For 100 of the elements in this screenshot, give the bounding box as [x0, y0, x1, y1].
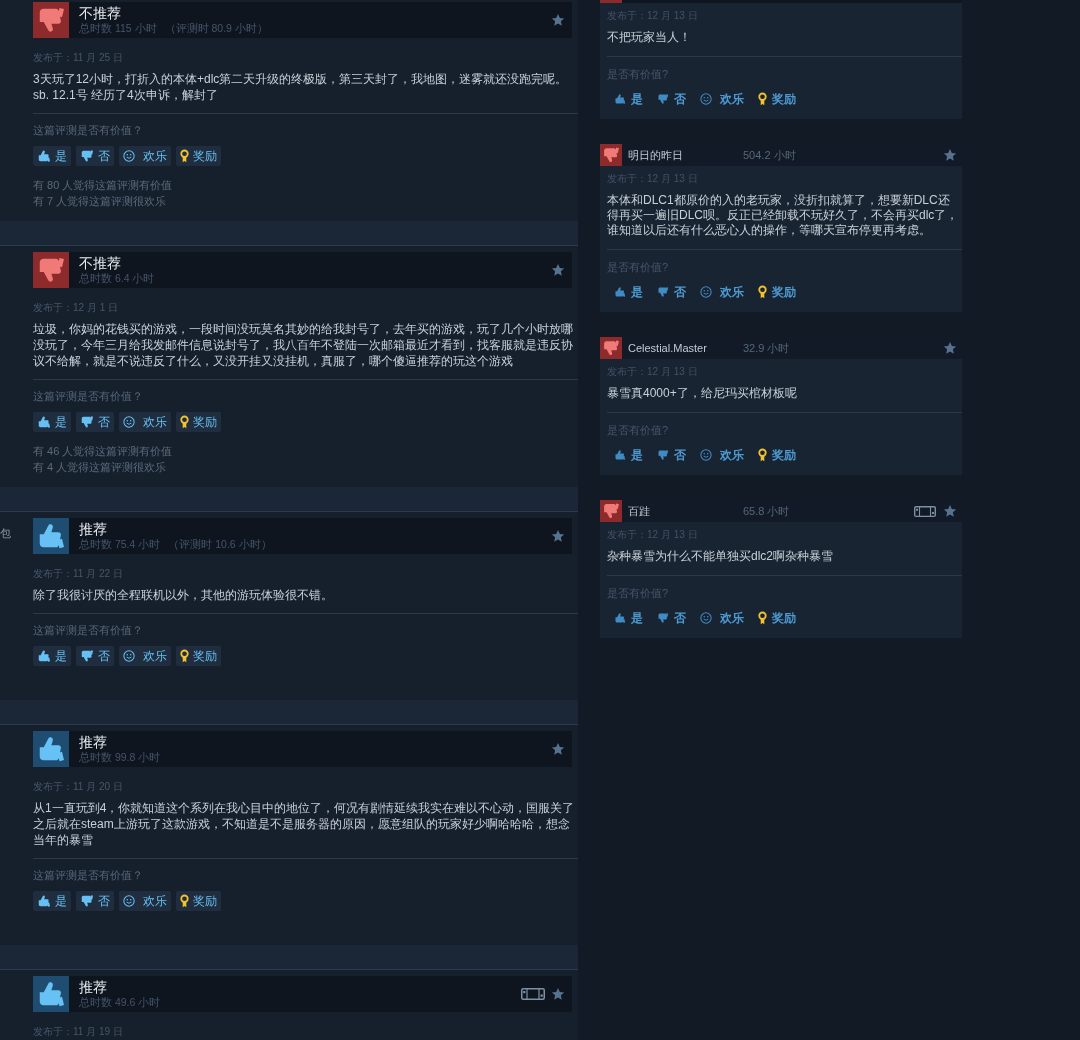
- award-button[interactable]: 奖励: [751, 609, 803, 627]
- helpful-yes-button[interactable]: 是: [33, 412, 71, 432]
- smiley-icon: [123, 416, 135, 428]
- helpful-no-button[interactable]: 否: [76, 412, 114, 432]
- award-button[interactable]: 奖励: [751, 446, 803, 464]
- funny-button[interactable]: 欢乐: [693, 90, 751, 108]
- playtime-text: 总时数 75.4 小时: [79, 538, 161, 551]
- smiley-icon: [700, 286, 712, 298]
- playtime-text: 总时数 6.4 小时: [79, 272, 155, 285]
- funny-button[interactable]: 欢乐: [693, 446, 751, 464]
- thumbs-up-icon: [614, 612, 626, 624]
- smiley-icon: [700, 612, 712, 624]
- award-icon: [180, 649, 189, 663]
- review-playtime-text: （评测时 80.9 小时）: [164, 22, 268, 35]
- helpful-no-button[interactable]: 否: [76, 891, 114, 911]
- award-icon: [180, 149, 189, 163]
- recommendation-label: 不推荐: [79, 255, 121, 272]
- star-icon: [943, 504, 957, 518]
- recommendation-label: 推荐: [79, 734, 107, 751]
- thumbs-up-icon: [614, 93, 626, 105]
- thumbs-up-icon: [37, 149, 51, 163]
- thumbs-up-icon: [37, 415, 51, 429]
- thumbs-down-icon: [80, 649, 94, 663]
- smiley-icon: [700, 449, 712, 461]
- thumbs-down-icon: [657, 612, 669, 624]
- playtime-text: 总时数 49.6 小时: [79, 996, 161, 1009]
- helpful-prompt: 这篇评测是否有价值？: [33, 623, 143, 637]
- star-icon: [551, 13, 565, 27]
- review-text: 不把玩家当人！: [607, 30, 692, 45]
- helpful-no-button[interactable]: 否: [650, 446, 693, 464]
- award-button[interactable]: 奖励: [751, 90, 803, 108]
- review-text: 垃圾，你妈的花钱买的游戏，一段时间没玩莫名其妙的给我封号了，去年买的游戏，玩了几个小时放哪没玩了，今年三月给我发邮件信息说封号了，我八百年不登陆一次邮箱最近才看到，找客服就是违反协议不给解，就是不说违反了什么，又没开挂又没挂机，真服了，哪个傻逼推荐的玩这个游戏: [33, 321, 574, 369]
- smiley-icon: [700, 93, 712, 105]
- award-button[interactable]: 奖励: [751, 283, 803, 301]
- review-text: 杂种暴雪为什么不能单独买dlc2啊杂种暴雪: [607, 549, 834, 564]
- award-icon: [758, 92, 767, 106]
- author-name[interactable]: 百跬: [628, 504, 743, 518]
- award-icon: [180, 894, 189, 908]
- award-icon: [758, 448, 767, 462]
- helpful-yes-button[interactable]: 是: [33, 146, 71, 166]
- thumbs-down-icon: [657, 449, 669, 461]
- review-text: 本体和DLC1都原价的入的老玩家，没折扣就算了，想要新DLC还得再买一遍旧DLC呗。反正已经卸载不玩好久了，不会再买dlc了，谁知道以后还有什么恶心人的操作，等哪天宣布停更再考虑。: [607, 193, 960, 238]
- review-text: 3天玩了12小时，打折入的本体+dlc第二天升级的终极版，第三天封了，我地图，迷雾就还没跑完呢。sb. 12.1号 经历了4次申诉，解封了: [33, 71, 569, 103]
- helpful-no-button[interactable]: 否: [76, 646, 114, 666]
- vote-count-text: 有 7 人觉得这篇评测很欢乐: [33, 193, 167, 209]
- helpful-no-button[interactable]: 否: [650, 283, 693, 301]
- funny-button[interactable]: 欢乐: [119, 646, 171, 666]
- helpful-no-button[interactable]: 否: [76, 146, 114, 166]
- star-icon: [551, 987, 565, 1001]
- author-name[interactable]: Celestial.Master: [628, 341, 743, 355]
- smiley-icon: [123, 895, 135, 907]
- helpful-yes-button[interactable]: 是: [607, 446, 650, 464]
- recommendation-label: 推荐: [79, 521, 107, 538]
- playtime-text: 504.2 小时: [743, 148, 796, 162]
- helpful-yes-button[interactable]: 是: [607, 283, 650, 301]
- award-icon: [758, 611, 767, 625]
- funny-button[interactable]: 欢乐: [693, 609, 751, 627]
- playtime-text: 65.8 小时: [743, 504, 790, 518]
- funny-button[interactable]: 欢乐: [119, 891, 171, 911]
- star-icon: [551, 742, 565, 756]
- helpful-prompt: 这篇评测是否有价值？: [33, 123, 143, 137]
- review-playtime-text: （评测时 10.6 小时）: [168, 538, 272, 551]
- funny-button[interactable]: 欢乐: [693, 283, 751, 301]
- star-icon: [551, 529, 565, 543]
- edge-text-fragment: 包: [0, 527, 12, 539]
- helpful-no-button[interactable]: 否: [650, 609, 693, 627]
- thumbs-down-icon: [80, 415, 94, 429]
- award-button[interactable]: 奖励: [176, 646, 221, 666]
- award-button[interactable]: 奖励: [176, 891, 221, 911]
- helpful-prompt: 这篇评测是否有价值？: [33, 389, 143, 403]
- funny-button[interactable]: 欢乐: [119, 412, 171, 432]
- helpful-yes-button[interactable]: 是: [607, 609, 650, 627]
- review-text: 除了我很讨厌的全程联机以外，其他的游玩体验很不错。: [33, 587, 334, 603]
- playtime-text: 总时数 99.8 小时: [79, 751, 161, 764]
- helpful-no-button[interactable]: 否: [650, 90, 693, 108]
- helpful-yes-button[interactable]: 是: [33, 891, 71, 911]
- thumbs-down-icon: [80, 149, 94, 163]
- helpful-prompt: 这篇评测是否有价值？: [33, 868, 143, 882]
- helpful-yes-button[interactable]: 是: [33, 646, 71, 666]
- star-icon: [943, 148, 957, 162]
- recommendation-label: 推荐: [79, 979, 107, 996]
- thumbs-up-icon: [37, 649, 51, 663]
- thumbs-up-icon: [614, 449, 626, 461]
- playtime-text: 32.9 小时: [743, 341, 790, 355]
- author-name[interactable]: 明日的昨日: [628, 148, 743, 162]
- helpful-yes-button[interactable]: 是: [607, 90, 650, 108]
- playtime-text: 总时数 115 小时: [79, 22, 157, 35]
- vote-count-text: 有 4 人觉得这篇评测很欢乐: [33, 459, 167, 475]
- thumbs-up-icon: [614, 286, 626, 298]
- recommendation-label: 不推荐: [79, 5, 121, 22]
- award-button[interactable]: 奖励: [176, 412, 221, 432]
- thumbs-down-icon: [80, 894, 94, 908]
- award-button[interactable]: 奖励: [176, 146, 221, 166]
- vote-count-text: 有 46 人觉得这篇评测有价值: [33, 444, 173, 459]
- star-icon: [943, 341, 957, 355]
- thumbs-up-icon: [37, 894, 51, 908]
- thumbs-down-icon: [657, 286, 669, 298]
- thumbs-down-icon: [657, 93, 669, 105]
- funny-button[interactable]: 欢乐: [119, 146, 171, 166]
- award-icon: [180, 415, 189, 429]
